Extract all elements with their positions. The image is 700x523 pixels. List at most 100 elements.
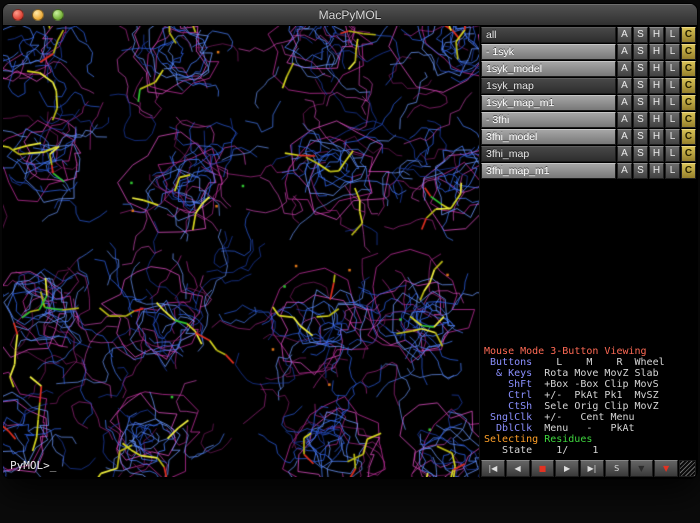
object-s-menu-button[interactable]: S	[633, 61, 648, 77]
object-h-menu-button[interactable]: H	[649, 27, 664, 43]
menu-red-button[interactable]: ▼	[654, 460, 678, 477]
object-h-menu-button[interactable]: H	[649, 163, 664, 179]
object-row-3fhi-map: 3fhi_mapASHLC	[481, 146, 696, 162]
object-a-menu-button[interactable]: A	[617, 129, 632, 145]
molecule-viewport[interactable]: PyMOL>_	[3, 26, 479, 478]
object-name-button[interactable]: 1syk_model	[481, 61, 616, 77]
object-a-menu-button[interactable]: A	[617, 163, 632, 179]
macpymol-window: MacPyMOL PyMOL>_ allASHLC- 1sykASHLC1syk…	[3, 4, 697, 478]
object-s-menu-button[interactable]: S	[633, 129, 648, 145]
object-row-all: allASHLC	[481, 27, 696, 43]
transport-bar: |◀ ◀ ■ ▶ ▶| S ▼ ▼	[480, 459, 697, 478]
object-h-menu-button[interactable]: H	[649, 146, 664, 162]
title-bar[interactable]: MacPyMOL	[3, 4, 697, 26]
object-row-1syk: - 1sykASHLC	[481, 44, 696, 60]
mouse-binding-row: Buttons L M R Wheel	[484, 357, 697, 368]
object-a-menu-button[interactable]: A	[617, 44, 632, 60]
object-l-menu-button[interactable]: L	[665, 146, 680, 162]
object-name-button[interactable]: all	[481, 27, 616, 43]
mouse-binding-row: SnglClk +/- Cent Menu	[484, 412, 697, 423]
object-h-menu-button[interactable]: H	[649, 129, 664, 145]
zoom-button[interactable]	[52, 9, 64, 21]
selecting-row: Selecting Residues	[484, 434, 697, 445]
object-row-1syk-map: 1syk_mapASHLC	[481, 78, 696, 94]
object-l-menu-button[interactable]: L	[665, 95, 680, 111]
object-s-menu-button[interactable]: S	[633, 95, 648, 111]
object-a-menu-button[interactable]: A	[617, 112, 632, 128]
object-name-button[interactable]: - 3fhi	[481, 112, 616, 128]
object-row-3fhi: - 3fhiASHLC	[481, 112, 696, 128]
object-h-menu-button[interactable]: H	[649, 95, 664, 111]
mouse-binding-row: DblClk Menu - PkAt	[484, 423, 697, 434]
traffic-lights	[12, 9, 64, 21]
command-prompt[interactable]: PyMOL>_	[10, 459, 56, 472]
play-icon: ▶	[564, 464, 570, 473]
object-name-button[interactable]: - 1syk	[481, 44, 616, 60]
object-a-menu-button[interactable]: A	[617, 146, 632, 162]
object-l-menu-button[interactable]: L	[665, 44, 680, 60]
object-s-menu-button[interactable]: S	[633, 78, 648, 94]
stop-button[interactable]: ■	[531, 460, 555, 477]
object-l-menu-button[interactable]: L	[665, 112, 680, 128]
step-back-button[interactable]: ◀	[506, 460, 530, 477]
stop-icon: ■	[539, 464, 547, 473]
object-s-menu-button[interactable]: S	[633, 163, 648, 179]
object-h-menu-button[interactable]: H	[649, 61, 664, 77]
resize-grip[interactable]	[679, 460, 696, 477]
object-l-menu-button[interactable]: L	[665, 27, 680, 43]
object-s-menu-button[interactable]: S	[633, 27, 648, 43]
object-c-menu-button[interactable]: C	[681, 163, 696, 179]
play-button[interactable]: ▶	[555, 460, 579, 477]
go-to-end-button[interactable]: ▶|	[580, 460, 604, 477]
window-title: MacPyMOL	[319, 8, 382, 22]
object-l-menu-button[interactable]: L	[665, 61, 680, 77]
scene-toggle-button[interactable]: S	[605, 460, 629, 477]
object-name-button[interactable]: 3fhi_map_m1	[481, 163, 616, 179]
object-name-button[interactable]: 3fhi_model	[481, 129, 616, 145]
object-c-menu-button[interactable]: C	[681, 61, 696, 77]
object-c-menu-button[interactable]: C	[681, 112, 696, 128]
menu-dark-icon: ▼	[638, 464, 644, 473]
step-back-icon: ◀	[515, 464, 521, 473]
object-c-menu-button[interactable]: C	[681, 95, 696, 111]
object-row-3fhi-map-m1: 3fhi_map_m1ASHLC	[481, 163, 696, 179]
mouse-panel: Mouse Mode 3-Button Viewing Buttons L M …	[480, 344, 697, 459]
object-c-menu-button[interactable]: C	[681, 78, 696, 94]
object-s-menu-button[interactable]: S	[633, 146, 648, 162]
menu-red-icon: ▼	[663, 464, 669, 473]
object-s-menu-button[interactable]: S	[633, 44, 648, 60]
menu-dark-button[interactable]: ▼	[630, 460, 654, 477]
minimize-button[interactable]	[32, 9, 44, 21]
object-row-1syk-model: 1syk_modelASHLC	[481, 61, 696, 77]
object-name-button[interactable]: 3fhi_map	[481, 146, 616, 162]
object-c-menu-button[interactable]: C	[681, 129, 696, 145]
state-row: State 1/ 1	[484, 445, 697, 456]
go-to-start-button[interactable]: |◀	[481, 460, 505, 477]
object-a-menu-button[interactable]: A	[617, 95, 632, 111]
control-panel: allASHLC- 1sykASHLC1syk_modelASHLC1syk_m…	[479, 26, 697, 478]
object-a-menu-button[interactable]: A	[617, 61, 632, 77]
object-c-menu-button[interactable]: C	[681, 44, 696, 60]
viewport-canvas[interactable]	[3, 26, 479, 477]
object-a-menu-button[interactable]: A	[617, 27, 632, 43]
object-name-button[interactable]: 1syk_map_m1	[481, 95, 616, 111]
object-row-1syk-map-m1: 1syk_map_m1ASHLC	[481, 95, 696, 111]
go-to-start-icon: |◀	[488, 464, 497, 473]
object-name-button[interactable]: 1syk_map	[481, 78, 616, 94]
object-h-menu-button[interactable]: H	[649, 44, 664, 60]
close-button[interactable]	[12, 9, 24, 21]
object-s-menu-button[interactable]: S	[633, 112, 648, 128]
object-c-menu-button[interactable]: C	[681, 146, 696, 162]
object-l-menu-button[interactable]: L	[665, 163, 680, 179]
object-l-menu-button[interactable]: L	[665, 129, 680, 145]
object-h-menu-button[interactable]: H	[649, 78, 664, 94]
object-h-menu-button[interactable]: H	[649, 112, 664, 128]
go-to-end-icon: ▶|	[587, 464, 596, 473]
mouse-binding-row: CtSh Sele Orig Clip MovZ	[484, 401, 697, 412]
object-l-menu-button[interactable]: L	[665, 78, 680, 94]
mouse-binding-row: & Keys Rota Move MovZ Slab	[484, 368, 697, 379]
object-row-3fhi-model: 3fhi_modelASHLC	[481, 129, 696, 145]
mouse-binding-row: Ctrl +/- PkAt Pk1 MvSZ	[484, 390, 697, 401]
object-a-menu-button[interactable]: A	[617, 78, 632, 94]
object-c-menu-button[interactable]: C	[681, 27, 696, 43]
